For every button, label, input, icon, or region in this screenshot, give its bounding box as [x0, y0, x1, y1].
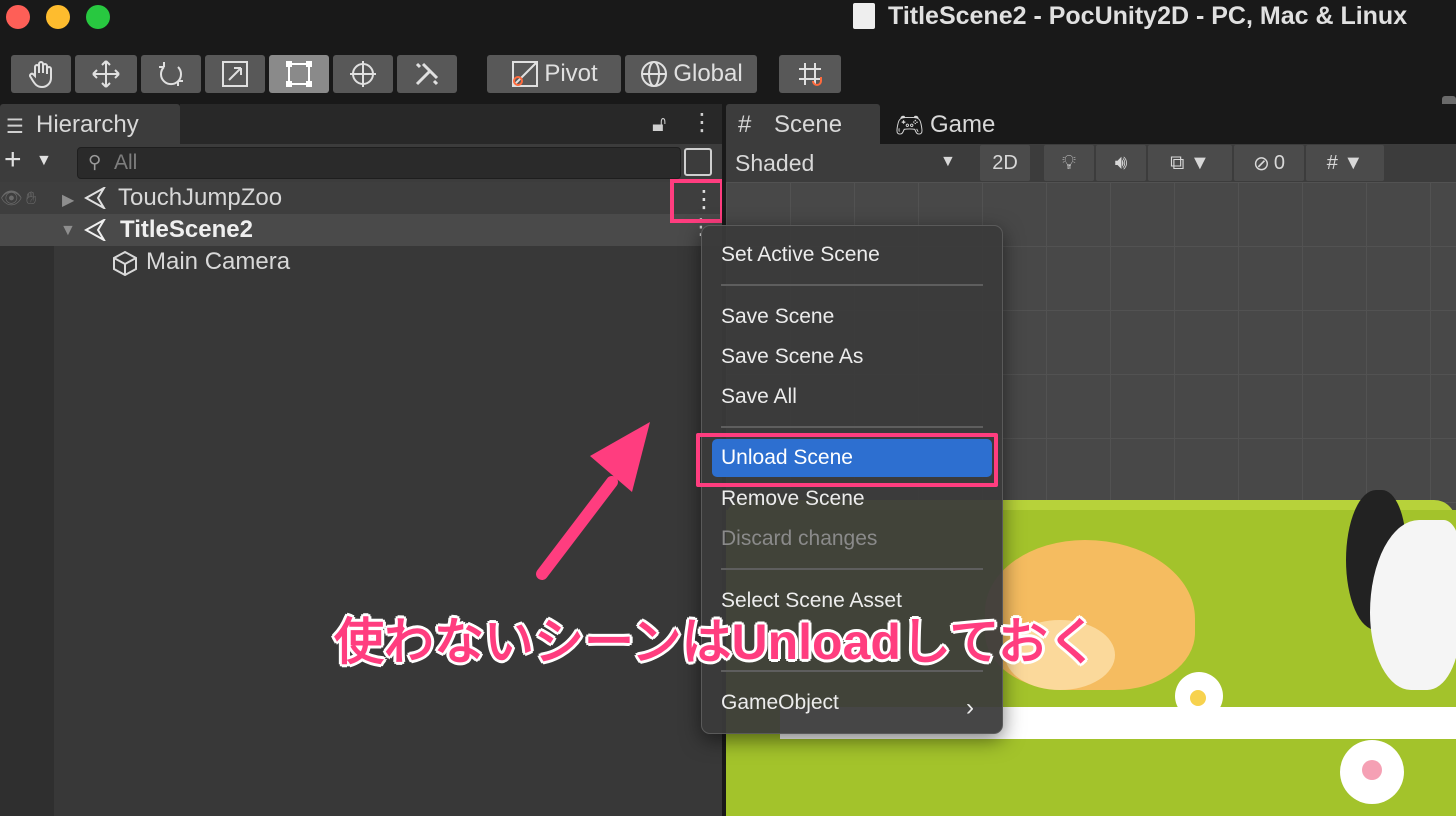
gameobject-icon	[113, 250, 137, 276]
zoom-window-button[interactable]	[86, 5, 110, 29]
lock-icon[interactable]: 🔓︎	[652, 111, 666, 137]
add-object-button[interactable]: +	[4, 145, 22, 175]
menu-separator	[721, 568, 983, 570]
tab-hierarchy[interactable]: ☰ Hierarchy	[0, 104, 180, 144]
scene-label: TouchJumpZoo	[118, 184, 283, 211]
hierarchy-tab-strip: 🔓︎ ⋮	[180, 104, 722, 144]
shading-mode-value: Shaded	[735, 150, 815, 176]
rotate-tool-button[interactable]	[141, 55, 201, 93]
tab-scene[interactable]: # Scene	[726, 104, 880, 144]
rect-icon	[286, 61, 312, 87]
menu-item-save-all[interactable]: Save All	[721, 385, 797, 409]
move-icon	[92, 60, 120, 88]
lightbulb-icon: 💡︎	[1062, 151, 1076, 174]
scene-visibility-icon[interactable]	[684, 148, 712, 176]
grid-dropdown[interactable]: # ▼	[1306, 145, 1384, 181]
hash-icon: #	[738, 111, 752, 138]
hierarchy-tab-label: Hierarchy	[36, 111, 139, 138]
main-toolbar: Pivot Global	[0, 40, 1456, 130]
layers-icon: ⧉ ▼	[1170, 151, 1210, 174]
hand-icon	[29, 61, 52, 89]
hand-tool-button[interactable]	[11, 55, 71, 93]
transform-icon	[350, 61, 376, 87]
tab-game[interactable]: 🎮︎ Game	[880, 104, 1030, 144]
minimize-window-button[interactable]	[46, 5, 70, 29]
search-input[interactable]: All	[114, 151, 137, 175]
annotation-callout: 使わないシーンはUnloadしておく	[334, 614, 1098, 670]
hidden-count: 0	[1273, 151, 1285, 174]
speaker-icon: 🔊︎	[1114, 151, 1128, 174]
menu-separator	[721, 284, 983, 286]
window-title-bar: TitleScene2 - PocUnity2D - PC, Mac & Lin…	[0, 0, 1456, 40]
chevron-down-icon: ▼	[940, 153, 956, 170]
close-window-button[interactable]	[6, 5, 30, 29]
object-row-main-camera[interactable]: Main Camera	[0, 246, 722, 278]
chevron-down-icon[interactable]: ▼	[36, 152, 52, 170]
flower-center	[1362, 760, 1382, 780]
pivot-label: Pivot	[544, 60, 598, 87]
gamepad-icon: 🎮︎	[894, 112, 925, 139]
unity-scene-icon	[84, 219, 106, 241]
tools-icon	[415, 62, 439, 86]
scene-label: TitleScene2	[120, 216, 253, 243]
scale-icon	[222, 61, 248, 87]
flower-center	[1190, 690, 1206, 706]
grid-snap-button[interactable]	[779, 55, 841, 93]
audio-toggle-button[interactable]: 🔊︎	[1096, 145, 1146, 181]
more-icon: ⋮	[692, 186, 716, 213]
global-toggle-button[interactable]: Global	[625, 55, 757, 93]
search-icon: ⚲	[88, 152, 102, 172]
scene-row-titlescene2[interactable]: ▼ TitleScene2 ⋮	[0, 214, 722, 246]
window-title: TitleScene2 - PocUnity2D - PC, Mac & Lin…	[888, 2, 1408, 30]
hidden-objects-toggle[interactable]: ⊘ 0	[1234, 145, 1304, 181]
game-tab-label: Game	[930, 111, 996, 138]
pivot-icon	[512, 61, 539, 87]
move-tool-button[interactable]	[75, 55, 137, 93]
menu-item-set-active-scene[interactable]: Set Active Scene	[721, 243, 880, 267]
menu-item-remove-scene[interactable]: Remove Scene	[721, 487, 865, 511]
rotate-icon	[159, 62, 183, 86]
hierarchy-gutter	[0, 246, 54, 816]
pick-icon[interactable]: ✋︎	[26, 188, 36, 209]
globe-icon	[641, 61, 668, 87]
unity-scene-icon	[84, 187, 106, 209]
hierarchy-more-icon[interactable]: ⋮	[690, 108, 714, 137]
mode-2d-label: 2D	[992, 151, 1018, 174]
eye-slash-icon: ⊘	[1253, 152, 1270, 175]
scene-row-touchjumpzoo[interactable]: 👁︎ ✋︎ ▶ TouchJumpZoo	[0, 182, 722, 214]
global-label: Global	[673, 60, 743, 87]
chevron-down-icon[interactable]: ▼	[60, 222, 76, 240]
menu-item-discard-changes: Discard changes	[721, 527, 878, 550]
unload-highlight-box	[696, 433, 998, 487]
shading-mode-dropdown[interactable]: Shaded ▼	[726, 145, 964, 181]
transform-tool-button[interactable]	[333, 55, 393, 93]
lighting-toggle-button[interactable]: 💡︎	[1044, 145, 1094, 181]
scale-tool-button[interactable]	[205, 55, 265, 93]
scene-toolbar: Shaded ▼ 2D 💡︎ 🔊︎ ⧉ ▼ ⊘ 0 # ▼	[726, 144, 1456, 182]
menu-item-save-scene[interactable]: Save Scene	[721, 305, 834, 329]
chevron-right-icon: ›	[966, 694, 974, 721]
annotation-arrow-icon	[536, 422, 650, 580]
hierarchy-tab-bar: ☰ Hierarchy 🔓︎ ⋮	[0, 104, 722, 144]
custom-tool-button[interactable]	[397, 55, 457, 93]
object-label: Main Camera	[146, 248, 291, 275]
hierarchy-search-field[interactable]: ⚲ All	[77, 147, 681, 179]
hierarchy-search-row: + ▼ ⚲ All	[0, 144, 722, 182]
grid-snap-icon	[799, 63, 822, 86]
scene-more-button[interactable]: ⋮	[670, 179, 724, 223]
menu-item-save-scene-as[interactable]: Save Scene As	[721, 345, 863, 369]
list-icon: ☰	[6, 116, 24, 138]
effects-dropdown[interactable]: ⧉ ▼	[1148, 145, 1232, 181]
scene-tab-bar: # Scene 🎮︎ Game	[726, 104, 1456, 144]
toggle-2d-button[interactable]: 2D	[980, 145, 1030, 181]
unity-document-icon	[853, 3, 875, 29]
scene-tab-label: Scene	[774, 111, 843, 138]
grid-icon: # ▼	[1326, 151, 1364, 174]
menu-separator	[721, 426, 983, 428]
pivot-toggle-button[interactable]: Pivot	[487, 55, 621, 93]
menu-item-gameobject[interactable]: GameObject	[721, 691, 839, 715]
rect-tool-button[interactable]	[269, 55, 329, 93]
chevron-right-icon[interactable]: ▶	[62, 190, 74, 210]
eye-icon[interactable]: 👁︎	[0, 188, 23, 209]
